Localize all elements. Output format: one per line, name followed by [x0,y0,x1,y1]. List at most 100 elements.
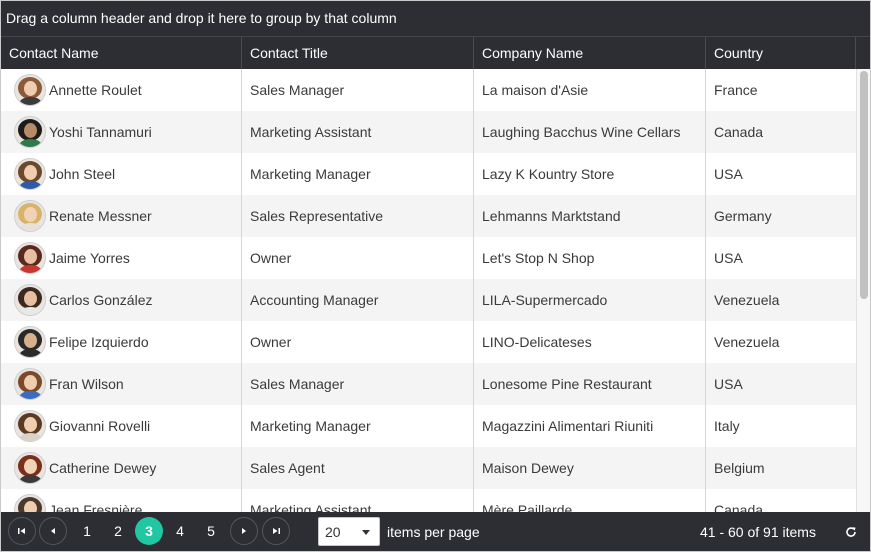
cell-company-name: Maison Dewey [474,447,706,489]
cell-contact-title: Marketing Manager [242,153,474,195]
cell-country: USA [714,250,743,266]
cell-contact-title: Sales Manager [242,69,474,111]
avatar-face [24,333,37,348]
cell-country: USA [714,166,743,182]
cell-contact-name: Catherine Dewey [1,447,242,489]
avatar-face [24,249,37,264]
vertical-scrollbar[interactable] [856,69,870,512]
contact-name: Annette Roulet [49,82,142,98]
cell-contact-name: Annette Roulet [1,69,242,111]
avatar-body [19,265,42,273]
cell-contact-title: Sales Agent [242,447,474,489]
table-row[interactable]: John Steel Marketing Manager Lazy K Kountr… [1,153,856,195]
cell-contact-title: Sales Manager [242,363,474,405]
scrollbar-thumb[interactable] [860,71,868,299]
cell-contact-name: Carlos González [1,279,242,321]
group-panel[interactable]: Drag a column header and drop it here to… [1,1,870,37]
contact-name: Yoshi Tannamuri [49,124,152,140]
header-contact-title[interactable]: Contact Title [242,37,474,69]
avatar-face [24,459,37,474]
avatar-body [19,139,42,147]
avatar [14,452,46,484]
cell-country: Venezuela [714,334,780,350]
cell-contact-title: Marketing Manager [242,405,474,447]
avatar-body [19,97,42,105]
avatar [14,158,46,190]
contact-name: Giovanni Rovelli [49,418,151,434]
table-row[interactable]: Felipe Izquierdo Owner LINO-Delicateses Ven… [1,321,856,363]
cell-company-name: La maison d'Asie [474,69,706,111]
page-size-dropdown[interactable]: 20 [318,517,380,546]
cell-contact-title: Owner [242,237,474,279]
last-page-button[interactable] [262,517,290,545]
table-row[interactable]: Jaime Yorres Owner Let's Stop N Shop USA [1,237,856,279]
grid-header: Contact Name Contact Title Company Name … [1,37,870,69]
cell-company-name: Lazy K Kountry Store [474,153,706,195]
header-contact-name[interactable]: Contact Name [1,37,242,69]
contact-name: Jaime Yorres [49,250,130,266]
cell-contact-title: Marketing Assistant [242,111,474,153]
contact-name: Carlos González [49,292,153,308]
avatar-body [19,475,42,483]
cell-country: Venezuela [714,292,780,308]
page-4[interactable]: 4 [166,517,194,545]
header-company-name[interactable]: Company Name [474,37,706,69]
page-3-current[interactable]: 3 [135,517,163,545]
data-grid: Drag a column header and drop it here to… [0,0,871,552]
avatar-face [24,375,37,390]
contact-name: Fran Wilson [49,376,124,392]
table-row[interactable]: Annette Roulet Sales Manager La maison d'A… [1,69,856,111]
refresh-button[interactable] [839,520,863,544]
chevron-down-icon [362,530,370,535]
next-page-button[interactable] [230,517,258,545]
avatar [14,284,46,316]
prev-page-icon [51,528,55,534]
prev-page-button[interactable] [39,517,67,545]
cell-contact-name: Giovanni Rovelli [1,405,242,447]
avatar [14,368,46,400]
cell-contact-title: Owner [242,321,474,363]
avatar [14,326,46,358]
table-row[interactable]: Carlos González Accounting Manager LILA-Su… [1,279,856,321]
cell-country: France [714,82,758,98]
avatar-body [19,181,42,189]
page-5[interactable]: 5 [197,517,225,545]
next-page-icon [242,528,246,534]
avatar-body [19,349,42,357]
cell-contact-title: Sales Representative [242,195,474,237]
page-2[interactable]: 2 [104,517,132,545]
header-country[interactable]: Country [706,37,856,69]
contact-name: Jean Fresnière [49,502,143,512]
cell-company-name: Laughing Bacchus Wine Cellars [474,111,706,153]
table-row[interactable]: Yoshi Tannamuri Marketing Assistant Laughi… [1,111,856,153]
pager-info: 41 - 60 of 91 items [700,524,816,540]
avatar-face [24,501,37,512]
cell-contact-title: Marketing Assistant [242,489,474,512]
table-row[interactable]: Renate Messner Sales Representative Lehman… [1,195,856,237]
avatar [14,242,46,274]
contact-name: John Steel [49,166,116,182]
avatar-body [19,391,42,399]
cell-country: Italy [714,418,740,434]
table-row[interactable]: Giovanni Rovelli Marketing Manager Magazzi… [1,405,856,447]
table-row[interactable]: Jean Fresnière Marketing Assistant Mère Pa… [1,489,856,512]
last-page-icon [273,528,280,534]
table-row[interactable]: Catherine Dewey Sales Agent Maison Dewey Be… [1,447,856,489]
page-1[interactable]: 1 [73,517,101,545]
avatar-body [19,223,42,231]
avatar-face [24,123,37,138]
cell-company-name: Lehmanns Marktstand [474,195,706,237]
cell-contact-name: Yoshi Tannamuri [1,111,242,153]
cell-country: Canada [714,124,764,140]
cell-contact-name: Felipe Izquierdo [1,321,242,363]
avatar-body [19,307,42,315]
avatar [14,200,46,232]
cell-contact-name: Jaime Yorres [1,237,242,279]
table-row[interactable]: Fran Wilson Sales Manager Lonesome Pine Re… [1,363,856,405]
avatar-face [24,291,37,306]
cell-contact-name: Renate Messner [1,195,242,237]
avatar-face [24,417,37,432]
avatar [14,116,46,148]
page-size-value: 20 [325,524,341,540]
first-page-button[interactable] [8,517,36,545]
